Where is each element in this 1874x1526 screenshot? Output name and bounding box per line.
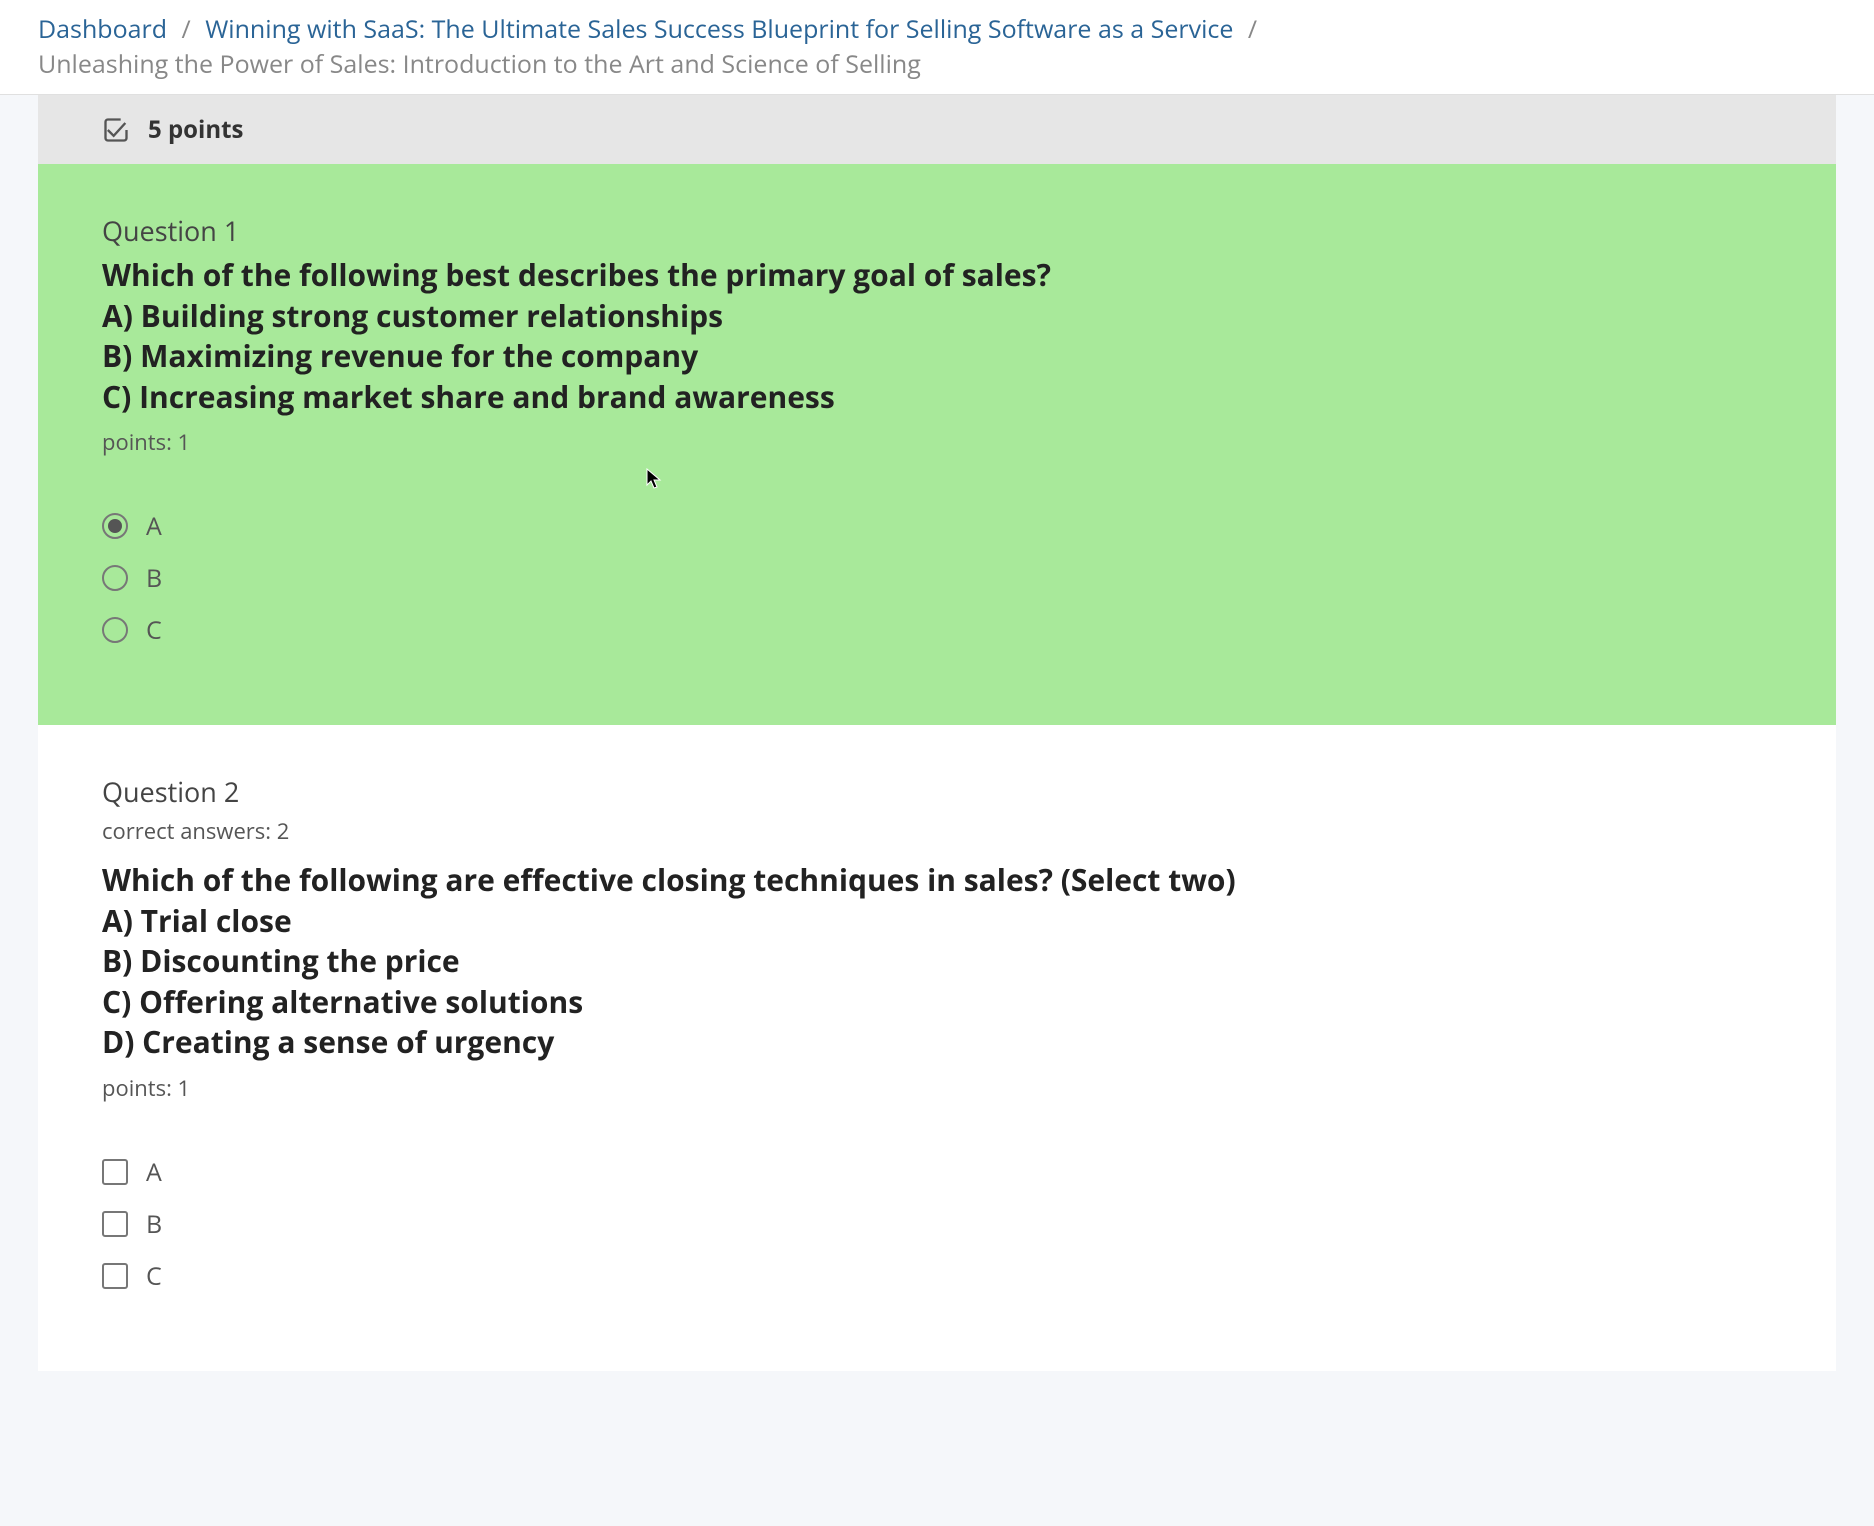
question-block-1: Question 1 Which of the following best d… bbox=[38, 164, 1836, 725]
answer-list: A B C bbox=[102, 509, 1772, 647]
checkbox-checked-icon bbox=[102, 116, 130, 144]
question-points: points: 1 bbox=[102, 427, 1772, 457]
breadcrumb-current: Unleashing the Power of Sales: Introduct… bbox=[38, 47, 921, 81]
answer-option-b[interactable]: B bbox=[102, 561, 1772, 595]
answer-label: A bbox=[146, 1155, 162, 1189]
points-bar: 5 points bbox=[38, 95, 1836, 164]
question-number: Question 2 bbox=[102, 773, 1772, 810]
question-body-option: D) Creating a sense of urgency bbox=[102, 1022, 1772, 1063]
answer-option-a[interactable]: A bbox=[102, 1155, 1772, 1189]
breadcrumb-separator: / bbox=[1248, 12, 1257, 46]
breadcrumb-separator: / bbox=[182, 12, 191, 46]
breadcrumb: Dashboard / Winning with SaaS: The Ultim… bbox=[0, 0, 1874, 95]
answer-list: A B C bbox=[102, 1155, 1772, 1293]
checkbox-icon bbox=[102, 1159, 128, 1185]
answer-label: B bbox=[146, 1207, 162, 1241]
radio-icon bbox=[102, 617, 128, 643]
question-points: points: 1 bbox=[102, 1073, 1772, 1103]
correct-answers-label: correct answers: 2 bbox=[102, 816, 1772, 846]
answer-label: A bbox=[146, 509, 162, 543]
checkbox-icon bbox=[102, 1211, 128, 1237]
question-prompt: Which of the following are effective clo… bbox=[102, 860, 1772, 901]
question-prompt: Which of the following best describes th… bbox=[102, 255, 1772, 296]
points-label: 5 points bbox=[148, 113, 243, 146]
breadcrumb-dashboard[interactable]: Dashboard bbox=[38, 12, 167, 46]
question-block-2: Question 2 correct answers: 2 Which of t… bbox=[38, 725, 1836, 1371]
cursor-icon bbox=[646, 468, 664, 490]
answer-label: C bbox=[146, 1259, 162, 1293]
answer-option-c[interactable]: C bbox=[102, 613, 1772, 647]
question-body-option: C) Increasing market share and brand awa… bbox=[102, 377, 1772, 418]
breadcrumb-course[interactable]: Winning with SaaS: The Ultimate Sales Su… bbox=[205, 12, 1233, 46]
answer-option-b[interactable]: B bbox=[102, 1207, 1772, 1241]
answer-option-c[interactable]: C bbox=[102, 1259, 1772, 1293]
radio-icon bbox=[102, 513, 128, 539]
checkbox-icon bbox=[102, 1263, 128, 1289]
question-body-option: B) Maximizing revenue for the company bbox=[102, 336, 1772, 377]
answer-label: C bbox=[146, 613, 162, 647]
answer-option-a[interactable]: A bbox=[102, 509, 1772, 543]
question-body-option: C) Offering alternative solutions bbox=[102, 982, 1772, 1023]
radio-icon bbox=[102, 565, 128, 591]
question-body-option: A) Building strong customer relationship… bbox=[102, 296, 1772, 337]
question-body-option: A) Trial close bbox=[102, 901, 1772, 942]
question-number: Question 1 bbox=[102, 212, 1772, 249]
answer-label: B bbox=[146, 561, 162, 595]
question-body-option: B) Discounting the price bbox=[102, 941, 1772, 982]
